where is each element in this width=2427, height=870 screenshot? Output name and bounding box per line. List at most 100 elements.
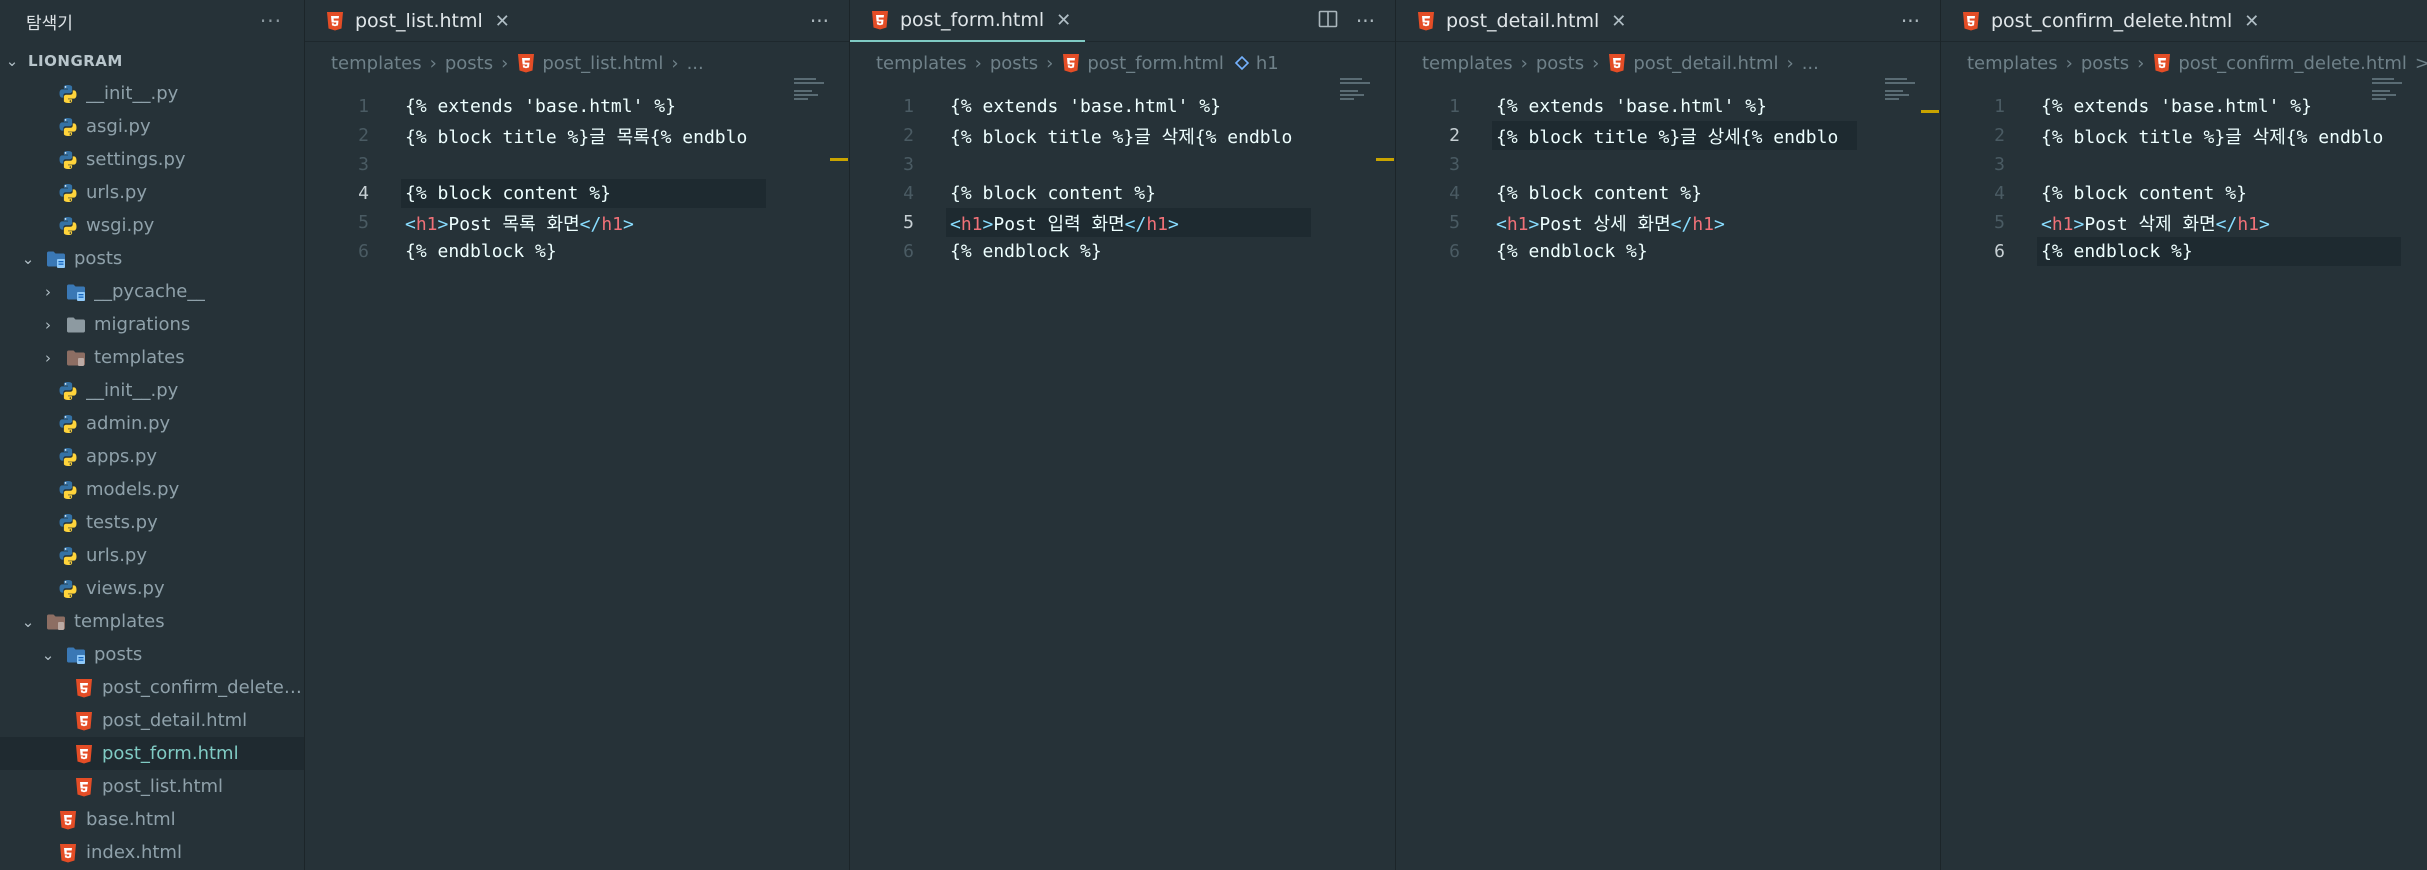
tree-file[interactable]: post_detail.html: [0, 704, 304, 737]
tree-root-liongram[interactable]: ⌄ LIONGRAM: [0, 44, 304, 77]
code-line: 5 <h1>Post 입력 화면</h1>: [850, 208, 1179, 237]
tree-item-label: post_confirm_delete....: [102, 677, 304, 698]
line-number: 4: [903, 183, 914, 204]
code-text: <h1>Post 입력 화면</h1>: [950, 213, 1179, 235]
explorer-title: 탐색기: [26, 13, 73, 34]
breadcrumb-posts[interactable]: posts: [1536, 53, 1584, 74]
breadcrumb-symbol[interactable]: h1: [1256, 53, 1279, 74]
tree-file[interactable]: wsgi.py: [0, 209, 304, 242]
tree-folder[interactable]: › __pycache__: [0, 275, 304, 308]
folder-icon: [66, 282, 86, 302]
breadcrumb-templates[interactable]: templates: [1967, 53, 2058, 74]
tree-file[interactable]: post_form.html: [0, 737, 304, 770]
line-number: 1: [358, 96, 369, 117]
breadcrumb-posts[interactable]: posts: [445, 53, 493, 74]
breadcrumb-file[interactable]: post_list.html: [542, 53, 663, 74]
line-number: 1: [1449, 96, 1460, 117]
tree-file[interactable]: urls.py: [0, 539, 304, 572]
tree-file[interactable]: apps.py: [0, 440, 304, 473]
editor-group-4: post_confirm_delete.html ✕ templates › posts…: [1940, 0, 2427, 870]
tree-item-label: __pycache__: [94, 281, 206, 302]
code-text: {% extends 'base.html' %}: [950, 96, 1221, 117]
tab-post-form-html[interactable]: post_form.html ✕: [850, 0, 1086, 42]
tree-file[interactable]: admin.py: [0, 407, 304, 440]
tree-item-label: templates: [74, 611, 165, 632]
tab-post-list-html[interactable]: post_list.html ✕: [305, 0, 524, 42]
editor-more-icon[interactable]: ···: [1901, 9, 1920, 33]
breadcrumb-more[interactable]: ...: [687, 53, 704, 74]
python-file-icon: [58, 513, 78, 533]
tree-file[interactable]: __init__.py: [0, 77, 304, 110]
line-number: 5: [1994, 212, 2005, 233]
close-icon[interactable]: ✕: [1056, 10, 1071, 31]
breadcrumb-templates[interactable]: templates: [331, 53, 422, 74]
line-number: 5: [1449, 212, 1460, 233]
breadcrumb-templates[interactable]: templates: [1422, 53, 1513, 74]
close-icon[interactable]: ✕: [1611, 11, 1626, 32]
tree-file[interactable]: asgi.py: [0, 110, 304, 143]
chevron-down-icon: ⌄: [21, 249, 35, 268]
editor-more-icon[interactable]: ···: [1356, 9, 1375, 33]
close-icon[interactable]: ✕: [495, 11, 510, 32]
code-text: {% block title %}글 삭제{% endblo: [2041, 126, 2384, 148]
breadcrumb-posts[interactable]: posts: [990, 53, 1038, 74]
breadcrumb-sep: ›: [671, 52, 679, 74]
minimap[interactable]: [1885, 78, 1919, 102]
code-text: {% endblock %}: [2041, 241, 2193, 262]
tree-file[interactable]: views.py: [0, 572, 304, 605]
close-icon[interactable]: ✕: [2244, 11, 2259, 32]
breadcrumb-file[interactable]: post_detail.html: [1633, 53, 1778, 74]
tree-item-label: post_form.html: [102, 743, 239, 764]
python-file-icon: [58, 150, 78, 170]
tree-folder[interactable]: › templates: [0, 341, 304, 374]
breadcrumb: templates › posts › post_form.html h1: [850, 42, 1395, 84]
split-editor-icon[interactable]: [1318, 9, 1338, 33]
code-line: 1 {% extends 'base.html' %}: [1396, 92, 1767, 121]
tree-folder[interactable]: ⌄ posts: [0, 638, 304, 671]
overview-ruler-mark: [1376, 158, 1394, 161]
code-line: 2 {% block title %}글 삭제{% endblo: [1941, 121, 2383, 150]
tree-file[interactable]: models.py: [0, 473, 304, 506]
tree-file[interactable]: base.html: [0, 803, 304, 836]
html-file-icon: [74, 744, 94, 764]
tree-item-label: views.py: [86, 578, 165, 599]
tree-file[interactable]: urls.py: [0, 176, 304, 209]
line-number: 3: [1449, 154, 1460, 175]
tree-folder[interactable]: ⌄ posts: [0, 242, 304, 275]
tree-item-label: apps.py: [86, 446, 158, 467]
line-number: 2: [358, 125, 369, 146]
tree-file[interactable]: index.html: [0, 836, 304, 869]
folder-icon: [66, 315, 86, 335]
explorer-more-icon[interactable]: ···: [260, 9, 282, 33]
tree-item-label: __init__.py: [86, 83, 179, 104]
python-file-icon: [58, 381, 78, 401]
editor-more-icon[interactable]: ···: [810, 9, 829, 33]
overview-ruler-mark: [830, 158, 848, 161]
line-number: 1: [1994, 96, 2005, 117]
minimap[interactable]: [2372, 78, 2406, 102]
tree-folder[interactable]: › migrations: [0, 308, 304, 341]
tree-file[interactable]: tests.py: [0, 506, 304, 539]
breadcrumb-file[interactable]: post_confirm_delete.html: [2178, 53, 2407, 74]
tab-label: post_list.html: [355, 10, 483, 32]
folder-open-icon: [46, 249, 66, 269]
tree-item-label: models.py: [86, 479, 180, 500]
breadcrumb-templates[interactable]: templates: [876, 53, 967, 74]
tree-file[interactable]: post_confirm_delete....: [0, 671, 304, 704]
minimap[interactable]: [794, 78, 828, 102]
breadcrumb-more[interactable]: ...: [1802, 53, 1819, 74]
minimap[interactable]: [1340, 78, 1374, 102]
tree-file[interactable]: post_list.html: [0, 770, 304, 803]
tab-post-detail-html[interactable]: post_detail.html ✕: [1396, 0, 1640, 42]
breadcrumb-sep: ›: [1786, 52, 1794, 74]
code-text: {% endblock %}: [405, 241, 557, 262]
breadcrumb-file[interactable]: post_form.html: [1087, 53, 1224, 74]
breadcrumb-posts[interactable]: posts: [2081, 53, 2129, 74]
tree-file[interactable]: __init__.py: [0, 374, 304, 407]
code-line: 3: [1941, 150, 2005, 179]
tab-post-confirm-delete-html[interactable]: post_confirm_delete.html ✕: [1941, 0, 2273, 42]
tree-item-label: settings.py: [86, 149, 186, 170]
tree-folder[interactable]: ⌄ templates: [0, 605, 304, 638]
code-text: {% block title %}글 삭제{% endblo: [950, 126, 1293, 148]
tree-file[interactable]: settings.py: [0, 143, 304, 176]
